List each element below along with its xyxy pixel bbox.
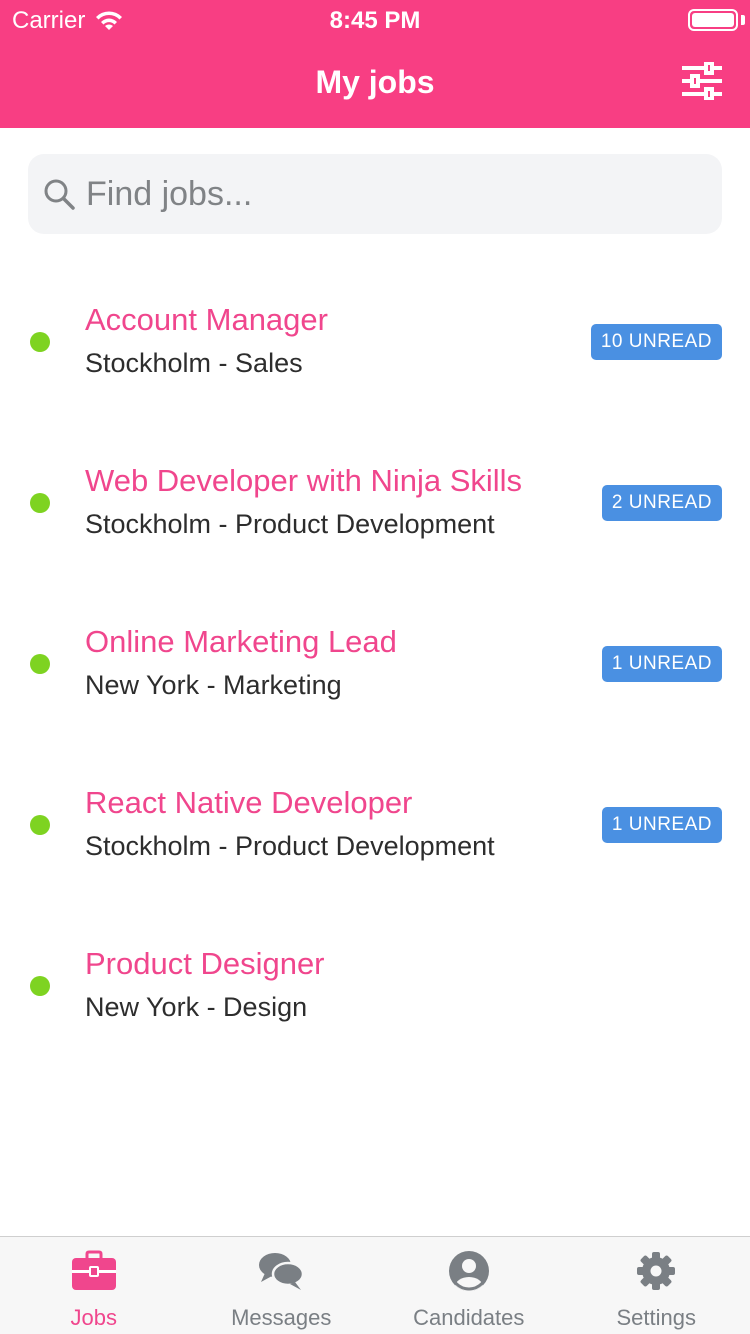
filter-sliders-icon[interactable]: [682, 62, 722, 100]
tab-label: Messages: [231, 1305, 332, 1330]
job-location-department: Stockholm - Sales: [85, 348, 303, 378]
job-title: Product Designer: [85, 946, 325, 981]
job-location-department: Stockholm - Product Development: [85, 831, 495, 861]
unread-badge: 10 UNREAD: [590, 324, 722, 360]
job-title: Account Manager: [85, 302, 328, 337]
job-list: Account Manager Stockholm - Sales 10 UNR…: [0, 260, 750, 1065]
battery-icon: [688, 9, 738, 31]
tab-messages[interactable]: Messages: [188, 1237, 376, 1334]
unread-badge: 1 UNREAD: [601, 646, 722, 682]
job-list-item[interactable]: Account Manager Stockholm - Sales 10 UNR…: [0, 260, 750, 421]
status-dot: [30, 815, 50, 835]
tab-label: Candidates: [413, 1305, 525, 1330]
job-title: Web Developer with Ninja Skills: [85, 463, 523, 498]
job-list-item[interactable]: Web Developer with Ninja Skills Stockhol…: [0, 421, 750, 582]
status-bar: Carrier 8:45 PM: [0, 0, 750, 40]
tab-label: Settings: [616, 1305, 697, 1330]
tab-jobs[interactable]: Jobs: [0, 1237, 188, 1334]
chat-bubbles-icon: [259, 1253, 305, 1290]
status-dot: [30, 493, 50, 513]
unread-badge: 2 UNREAD: [601, 485, 722, 521]
search-input[interactable]: [86, 174, 686, 214]
job-list-item[interactable]: Online Marketing Lead New York - Marketi…: [0, 582, 750, 743]
clock: 8:45 PM: [329, 7, 421, 34]
gear-icon: [637, 1252, 676, 1290]
job-list-item[interactable]: Product Designer New York - Design: [0, 904, 750, 1065]
tab-bar: Jobs Messages Candidates Settings: [0, 1236, 750, 1334]
job-location-department: New York - Design: [85, 992, 308, 1022]
briefcase-icon: [71, 1250, 116, 1290]
status-dot: [30, 332, 50, 352]
tab-candidates[interactable]: Candidates: [375, 1237, 563, 1334]
tab-settings[interactable]: Settings: [563, 1237, 750, 1334]
job-title: Online Marketing Lead: [85, 624, 397, 659]
person-icon: [448, 1251, 489, 1291]
job-location-department: New York - Marketing: [85, 670, 342, 700]
job-list-item[interactable]: React Native Developer Stockholm - Produ…: [0, 743, 750, 904]
page-title: My jobs: [315, 64, 435, 100]
status-dot: [30, 976, 50, 996]
battery-tip: [741, 15, 745, 25]
job-location-department: Stockholm - Product Development: [85, 509, 495, 539]
search-icon: [44, 179, 75, 210]
job-title: React Native Developer: [85, 785, 413, 820]
status-dot: [30, 654, 50, 674]
unread-badge: 1 UNREAD: [601, 807, 722, 843]
search-bar[interactable]: [28, 154, 722, 234]
tab-label: Jobs: [70, 1305, 117, 1330]
app-header: Carrier 8:45 PM My jobs: [0, 0, 750, 128]
